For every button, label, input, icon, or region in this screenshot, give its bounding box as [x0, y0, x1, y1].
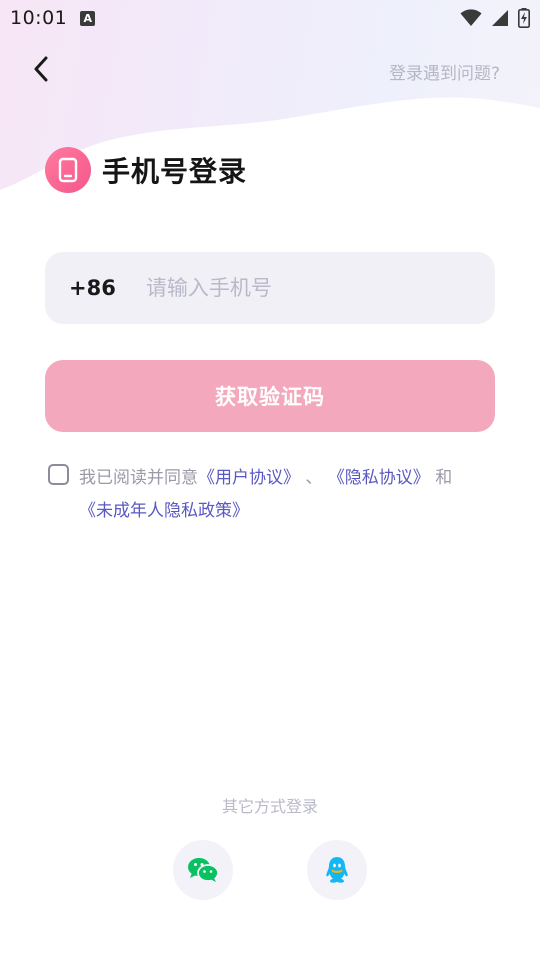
agreement-prefix: 我已阅读并同意	[79, 468, 198, 488]
agreement-and: 和	[435, 468, 453, 488]
country-code-selector[interactable]: +86	[69, 276, 116, 300]
signal-icon	[492, 10, 508, 26]
status-bar: 10:01 A	[0, 0, 540, 36]
battery-icon	[518, 8, 530, 28]
back-button[interactable]	[26, 52, 56, 86]
status-time: 10:01	[10, 7, 68, 29]
chevron-left-icon	[34, 56, 48, 82]
agreement-text-line2: 《未成年人隐私政策》	[79, 496, 249, 521]
wechat-icon	[188, 858, 219, 882]
minor-privacy-policy-link[interactable]: 《未成年人隐私政策》	[79, 501, 249, 521]
user-agreement-link[interactable]: 《用户协议》	[198, 468, 300, 488]
qq-icon	[326, 857, 348, 883]
page-title: 手机号登录	[102, 155, 248, 188]
phone-icon	[45, 147, 91, 193]
wechat-login-button[interactable]	[173, 840, 233, 900]
qq-login-button[interactable]	[307, 840, 367, 900]
phone-input-box[interactable]: +86	[45, 252, 495, 324]
notification-icon: A	[80, 10, 96, 26]
agreement-text: 我已阅读并同意《用户协议》 、 《隐私协议》 和	[79, 463, 452, 488]
get-verification-code-button[interactable]: 获取验证码	[45, 360, 495, 432]
agreement-checkbox[interactable]	[48, 464, 69, 485]
phone-number-input[interactable]	[145, 252, 495, 324]
wifi-icon	[460, 9, 482, 26]
login-help-link[interactable]: 登录遇到问题?	[389, 59, 500, 84]
other-login-title: 其它方式登录	[221, 797, 318, 816]
page-title-row: 手机号登录	[45, 147, 247, 193]
privacy-agreement-link[interactable]: 《隐私协议》	[328, 468, 430, 488]
agreement-separator: 、	[305, 468, 323, 488]
